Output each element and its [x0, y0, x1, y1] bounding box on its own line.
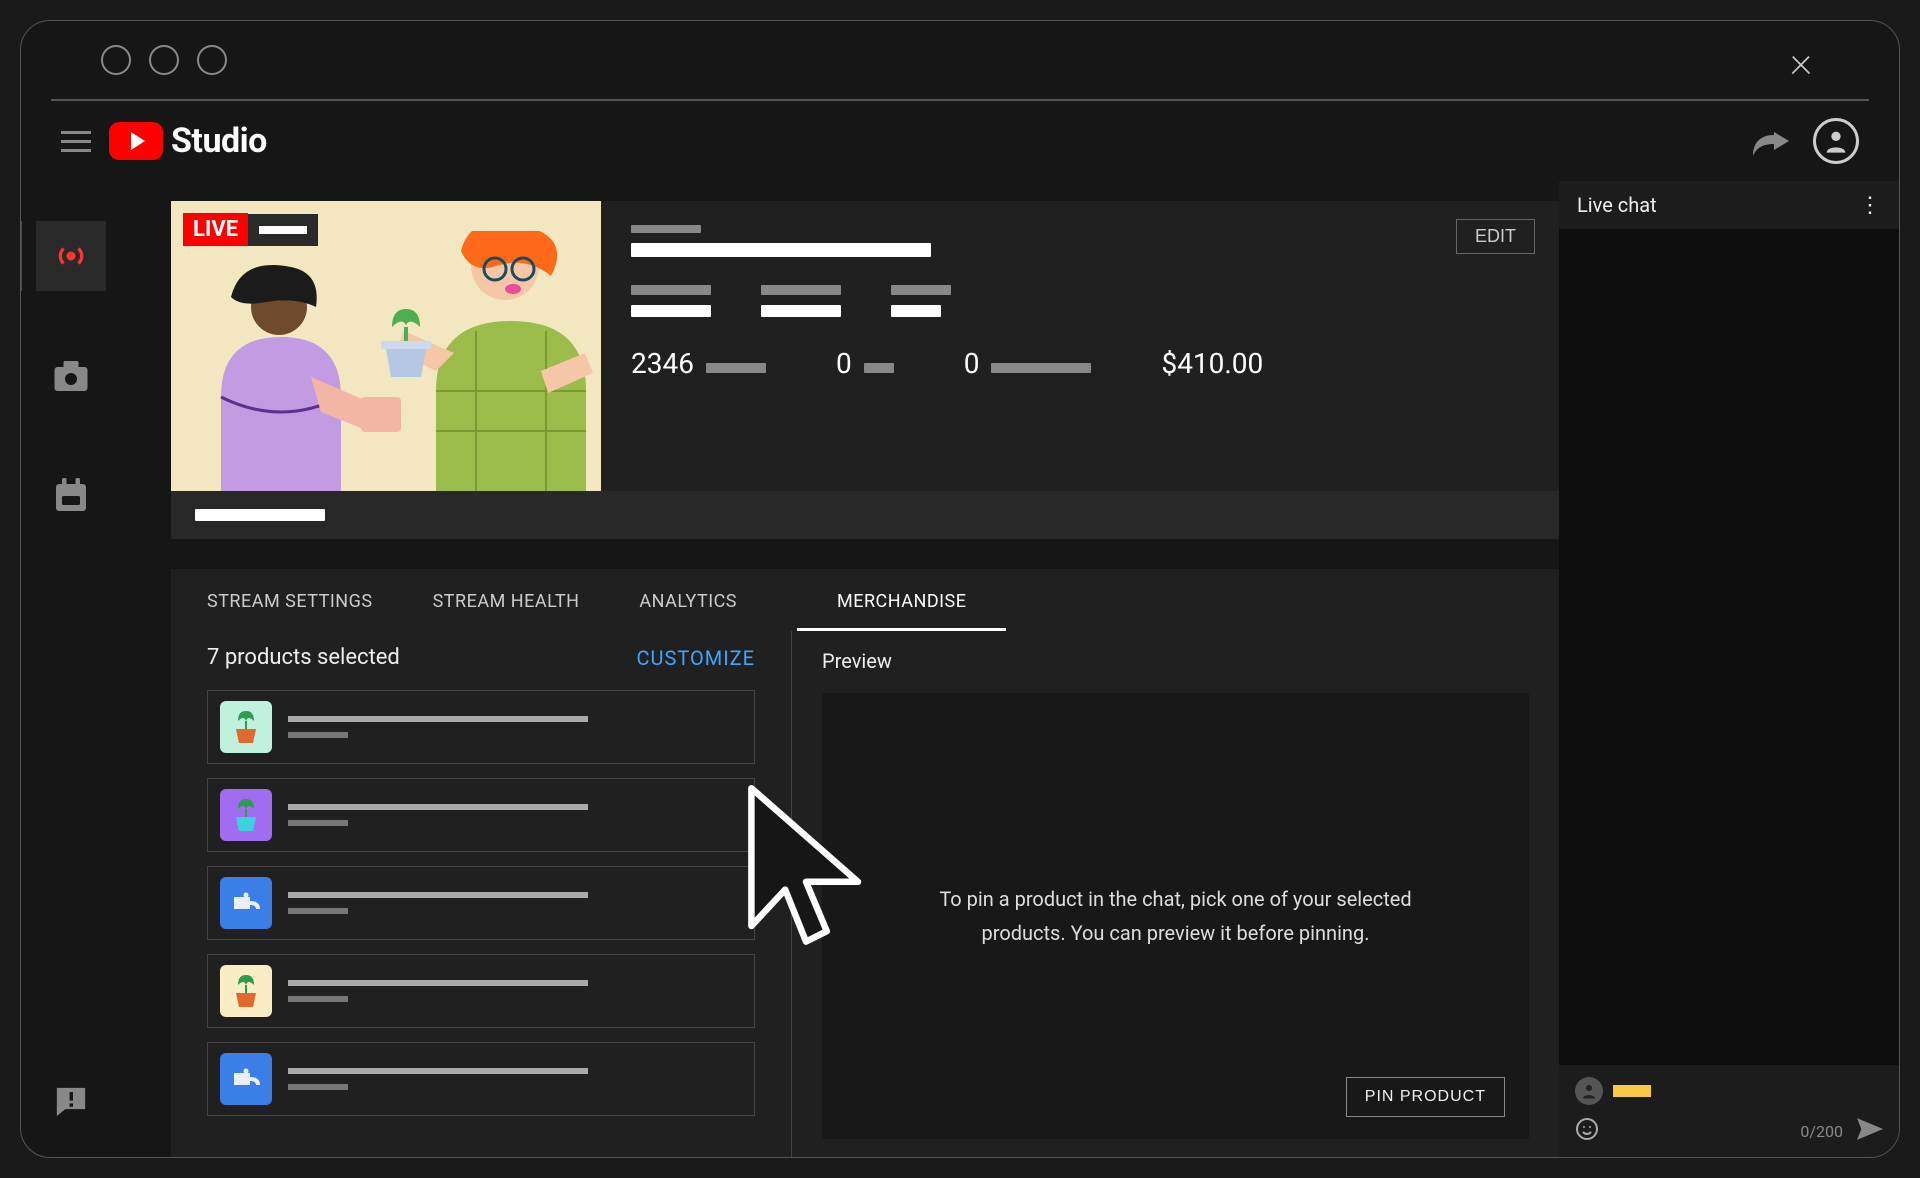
chat-menu-icon[interactable]: ⋮ [1859, 193, 1881, 218]
traffic-light-minimize[interactable] [149, 45, 179, 75]
pin-product-button[interactable]: PIN PRODUCT [1346, 1077, 1505, 1117]
stat-4: $410.00 [1161, 347, 1263, 380]
close-icon[interactable]: × [1783, 42, 1819, 78]
lower-panel: STREAM SETTINGS STREAM HEALTH ANALYTICS … [171, 569, 1559, 1157]
chat-header: Live chat ⋮ [1559, 181, 1899, 229]
product-item[interactable] [207, 1042, 755, 1116]
edit-button[interactable]: EDIT [1456, 219, 1535, 254]
product-item[interactable] [207, 778, 755, 852]
stream-info: EDIT [601, 201, 1559, 491]
product-text [288, 1068, 588, 1090]
preview-title: Preview [822, 649, 1529, 673]
youtube-play-icon [109, 122, 163, 160]
rail-item-feedback[interactable] [36, 1067, 106, 1137]
product-item[interactable] [207, 866, 755, 940]
product-thumb [220, 701, 272, 753]
stat-2: 0 [836, 347, 894, 380]
product-text [288, 804, 588, 826]
rail-item-manage[interactable] [36, 461, 106, 531]
emoji-icon[interactable] [1575, 1117, 1599, 1145]
traffic-light-zoom[interactable] [197, 45, 227, 75]
product-text [288, 892, 588, 914]
tab-stream-health[interactable]: STREAM HEALTH [433, 591, 580, 631]
chat-input-area: 0/200 [1559, 1065, 1899, 1157]
product-thumb [220, 1053, 272, 1105]
metric-value-3: 0 [964, 347, 980, 380]
metric-value-1: 2346 [631, 347, 694, 380]
product-thumb [220, 965, 272, 1017]
chat-messages[interactable] [1559, 229, 1899, 1065]
left-rail [21, 181, 121, 1157]
send-icon[interactable] [1857, 1118, 1883, 1144]
rail-item-stream[interactable] [36, 221, 106, 291]
merchandise-column: 7 products selected CUSTOMIZE [171, 631, 791, 1157]
menu-icon[interactable] [61, 131, 91, 152]
tab-analytics[interactable]: ANALYTICS [639, 591, 737, 631]
product-item[interactable] [207, 690, 755, 764]
live-badge: LIVE [183, 213, 318, 246]
chat-user-avatar [1575, 1077, 1603, 1105]
product-text [288, 980, 588, 1002]
window-titlebar: × [51, 21, 1869, 101]
preview-hint: To pin a product in the chat, pick one o… [926, 882, 1426, 950]
share-icon[interactable] [1753, 125, 1789, 157]
product-thumb [220, 789, 272, 841]
customize-button[interactable]: CUSTOMIZE [636, 646, 755, 670]
product-list [207, 690, 755, 1116]
product-thumb [220, 877, 272, 929]
studio-logo[interactable]: Studio [109, 121, 267, 161]
traffic-lights [101, 45, 227, 75]
chat-title: Live chat [1577, 193, 1657, 217]
stat-1: 2346 [631, 347, 766, 380]
app-bar: Studio [21, 101, 1899, 181]
traffic-light-close[interactable] [101, 45, 131, 75]
stream-footer [171, 491, 1559, 539]
live-chat-panel: Live chat ⋮ [1559, 181, 1899, 1157]
tab-bar: STREAM SETTINGS STREAM HEALTH ANALYTICS … [171, 569, 1559, 631]
live-label: LIVE [183, 213, 248, 246]
stream-thumbnail: LIVE [171, 201, 601, 491]
profile-avatar[interactable] [1813, 118, 1859, 164]
product-item[interactable] [207, 954, 755, 1028]
rail-item-webcam[interactable] [36, 341, 106, 411]
preview-box: To pin a product in the chat, pick one o… [822, 693, 1529, 1139]
chat-char-counter: 0/200 [1800, 1122, 1843, 1141]
tab-stream-settings[interactable]: STREAM SETTINGS [207, 591, 373, 631]
chat-user-badge [1613, 1085, 1651, 1097]
preview-column: Preview To pin a product in the chat, pi… [791, 631, 1559, 1157]
product-text [288, 716, 588, 738]
metric-value-2: 0 [836, 347, 852, 380]
logo-text: Studio [171, 121, 267, 161]
metric-value-4: $410.00 [1161, 347, 1263, 380]
stat-3: 0 [964, 347, 1092, 380]
products-selected-text: 7 products selected [207, 645, 400, 670]
tab-merchandise[interactable]: MERCHANDISE [797, 591, 1006, 631]
stream-info-card: LIVE [171, 201, 1559, 539]
